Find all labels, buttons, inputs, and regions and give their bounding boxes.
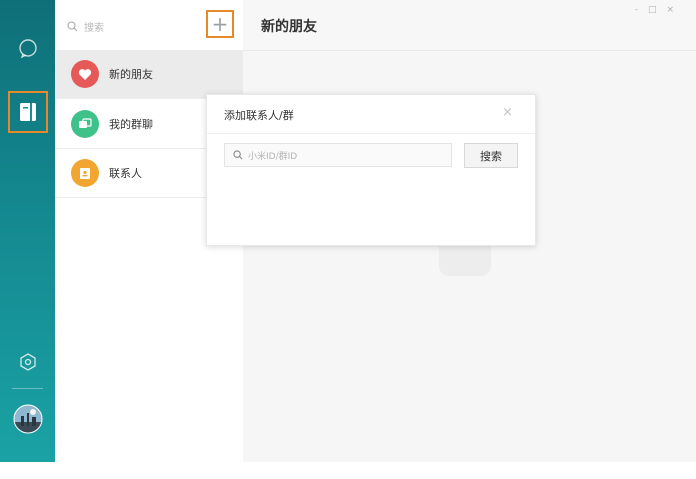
page-title: 新的朋友 [261, 19, 317, 35]
maximize-button[interactable]: □ [648, 5, 657, 15]
dialog-title: 添加联系人/群 [224, 109, 294, 122]
input-placeholder: 小米ID/群ID [248, 151, 298, 162]
app-window: 搜索 + 新的朋友 我的群聊 联系人 新的朋友 - □ × 添加联系人/群 × … [0, 0, 696, 462]
list-item-new-friends[interactable]: 新的朋友 [55, 50, 243, 98]
search-placeholder: 搜索 [84, 22, 104, 34]
settings-hexagon-icon[interactable] [0, 348, 55, 376]
minimize-button[interactable]: - [635, 5, 638, 15]
add-contact-dialog: 添加联系人/群 × 小米ID/群ID 搜索 [206, 94, 536, 246]
rail-divider [12, 388, 43, 389]
main-header: 新的朋友 - □ × [243, 0, 696, 51]
dialog-close-icon[interactable]: × [502, 105, 513, 120]
group-chat-icon [71, 110, 99, 138]
contacts-book-icon[interactable] [8, 91, 48, 133]
close-window-button[interactable]: × [666, 5, 674, 15]
add-contact-button[interactable]: + [206, 10, 234, 38]
list-item-label: 新的朋友 [109, 68, 153, 81]
search-button[interactable]: 搜索 [464, 143, 518, 168]
nav-rail [0, 0, 55, 462]
list-item-label: 我的群聊 [109, 118, 153, 131]
avatar[interactable] [0, 403, 55, 435]
search-icon [67, 20, 78, 31]
list-item-label: 联系人 [109, 167, 142, 180]
dialog-divider [207, 133, 535, 134]
search-box[interactable]: 搜索 [67, 16, 104, 36]
id-search-input[interactable]: 小米ID/群ID [224, 143, 452, 167]
search-icon [233, 150, 243, 160]
contact-card-icon [71, 159, 99, 187]
window-controls: - □ × [635, 5, 674, 15]
heart-icon [71, 60, 99, 88]
chat-bubble-icon[interactable] [0, 32, 55, 64]
